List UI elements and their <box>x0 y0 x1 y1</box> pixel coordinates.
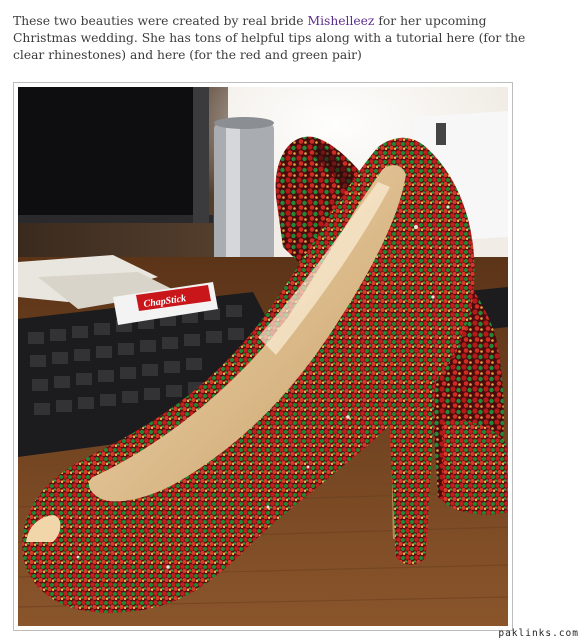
watermark: paklinks.com <box>498 628 579 639</box>
shoe-photo-image: ChapStick <box>18 87 508 626</box>
shoe-photo[interactable]: ChapStick <box>18 87 508 626</box>
photo-frame: ChapStick <box>13 82 513 631</box>
author-link[interactable]: Mishelleez <box>307 14 374 28</box>
post-text-intro: These two beauties were created by real … <box>13 14 308 28</box>
post-text: These two beauties were created by real … <box>13 13 553 64</box>
